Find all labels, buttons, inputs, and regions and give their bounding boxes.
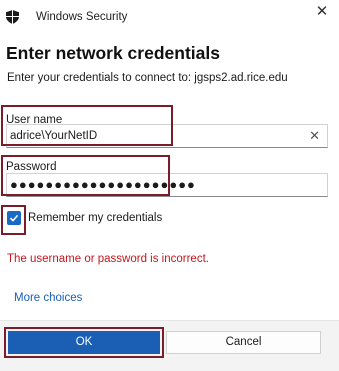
cancel-button[interactable]: Cancel	[166, 331, 321, 354]
more-choices-link[interactable]: More choices	[14, 292, 82, 304]
password-field[interactable]	[6, 173, 328, 197]
title-bar: Windows Security ✕	[0, 0, 339, 34]
error-message: The username or password is incorrect.	[7, 253, 209, 265]
dialog-heading: Enter network credentials	[6, 43, 220, 63]
shield-icon	[6, 10, 19, 24]
dialog-subtext: Enter your credentials to connect to: jg…	[7, 72, 288, 84]
password-label: Password	[6, 161, 57, 173]
password-input[interactable]	[10, 175, 290, 193]
window-title: Windows Security	[36, 11, 128, 23]
ok-button[interactable]: OK	[8, 331, 160, 354]
username-field[interactable]: ✕	[6, 124, 328, 148]
checkmark-icon	[9, 214, 19, 222]
remember-checkbox[interactable]	[7, 211, 21, 225]
close-icon[interactable]: ✕	[313, 3, 331, 21]
remember-label: Remember my credentials	[28, 212, 163, 224]
clear-icon[interactable]: ✕	[309, 128, 320, 144]
username-input[interactable]	[10, 127, 290, 145]
